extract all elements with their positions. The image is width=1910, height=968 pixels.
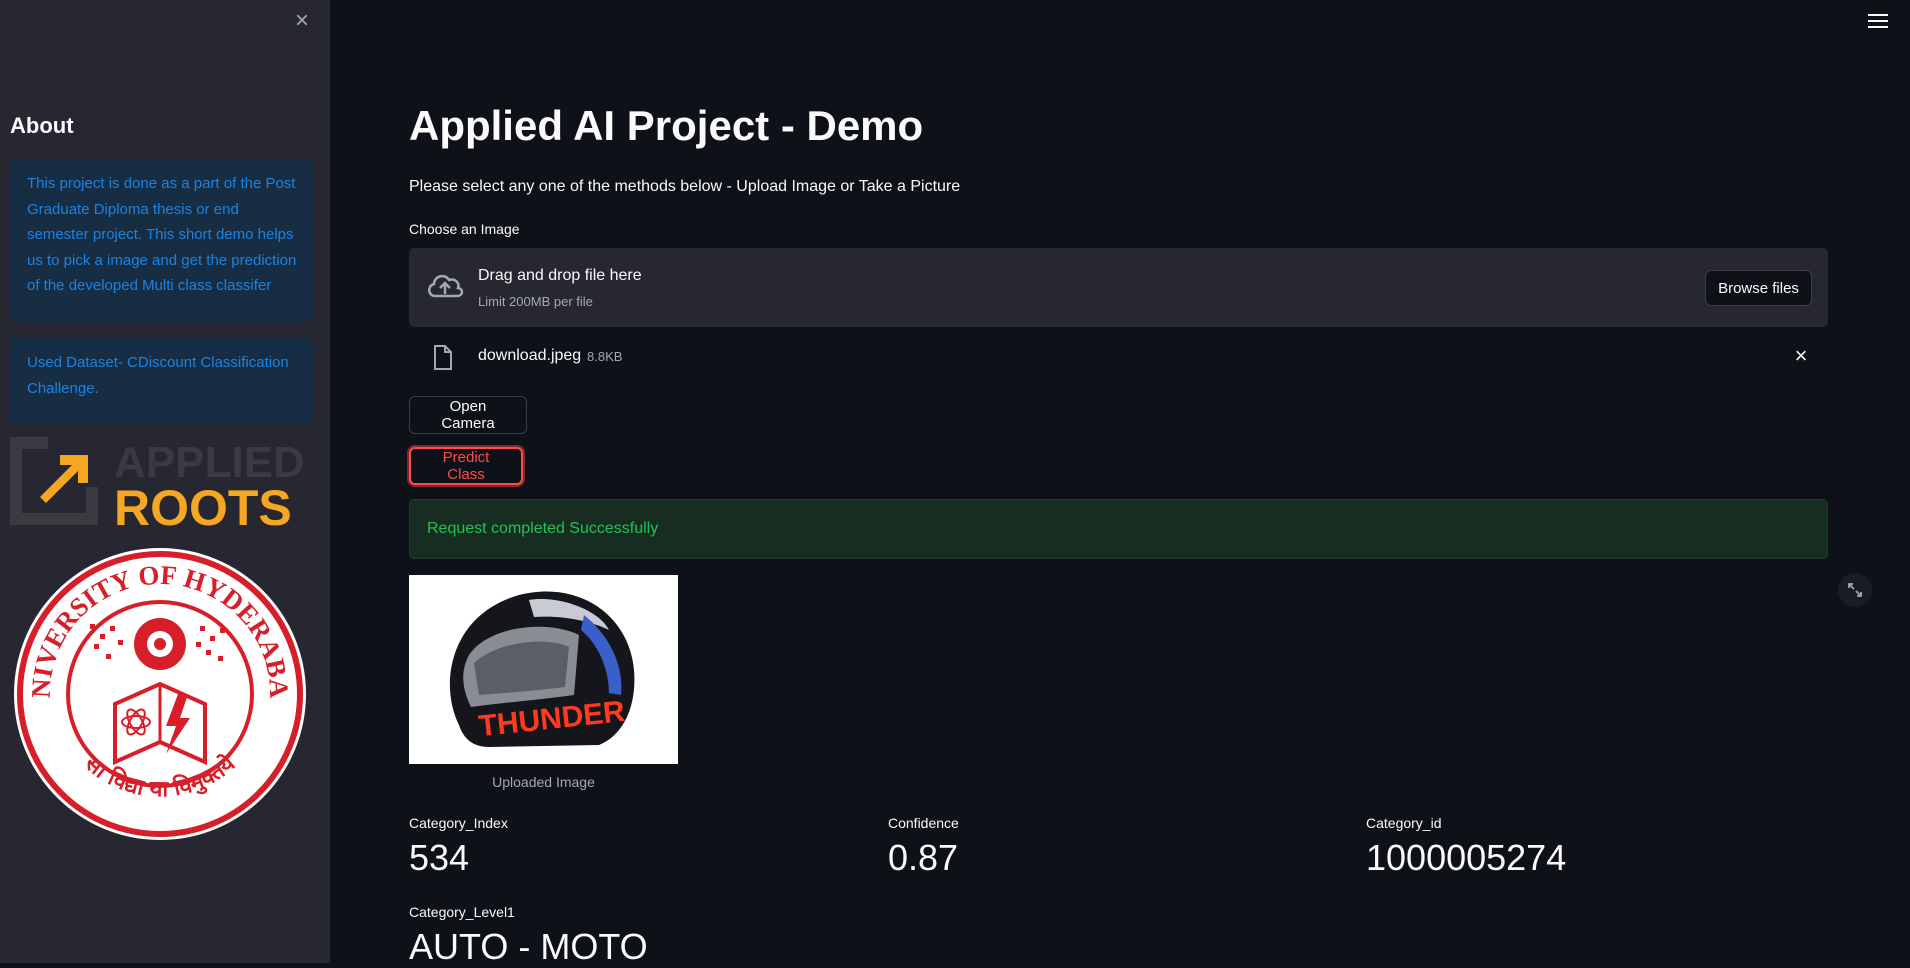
metric-value: AUTO - MOTO xyxy=(409,926,648,967)
metric-category-id: Category_id 1000005274 xyxy=(1366,815,1566,879)
fullscreen-button[interactable] xyxy=(1838,573,1872,607)
page-title: Applied AI Project - Demo xyxy=(409,102,924,149)
file-icon xyxy=(434,345,452,370)
success-alert: Request completed Successfully xyxy=(409,499,1828,559)
helmet-image: THUNDER xyxy=(409,575,678,764)
dataset-info-box: Used Dataset- CDiscount Classification C… xyxy=(10,338,314,423)
metric-label: Category_id xyxy=(1366,815,1442,831)
file-size: 8.8KB xyxy=(587,349,623,364)
close-sidebar-icon[interactable]: × xyxy=(291,9,313,33)
instruction-text: Please select any one of the methods bel… xyxy=(409,178,961,195)
cloud-upload-icon xyxy=(428,274,464,298)
remove-file-icon[interactable]: × xyxy=(1790,343,1812,368)
expand-icon xyxy=(1848,583,1862,597)
dropzone-limit-text: Limit 200MB per file xyxy=(478,294,593,309)
uploaded-image: THUNDER xyxy=(409,575,678,764)
metric-value: 1000005274 xyxy=(1366,837,1567,878)
sidebar: × About This project is done as a part o… xyxy=(0,0,330,963)
applied-roots-logo: APPLIED ROOTS xyxy=(10,437,305,529)
dropzone-text: Drag and drop file here xyxy=(478,267,642,284)
sidebar-title: About xyxy=(10,113,74,138)
image-caption: Uploaded Image xyxy=(492,774,595,790)
metric-label: Category_Index xyxy=(409,815,508,831)
university-seal-logo: UNIVERSITY OF HYDERABAD सा विद्या या विम… xyxy=(10,544,306,840)
main-menu-icon[interactable] xyxy=(1868,14,1888,30)
metric-confidence: Confidence 0.87 xyxy=(888,815,959,879)
uploaded-file-row: download.jpeg 8.8KB × xyxy=(409,340,1828,376)
file-dropzone[interactable]: Drag and drop file here Limit 200MB per … xyxy=(409,248,1828,327)
browse-files-button[interactable]: Browse files xyxy=(1705,270,1812,306)
open-camera-button[interactable]: Open Camera xyxy=(409,396,527,434)
metric-category-index: Category_Index 534 xyxy=(409,815,508,879)
file-name: download.jpeg xyxy=(478,347,582,364)
logo-line2: ROOTS xyxy=(114,480,292,529)
metric-value: 534 xyxy=(409,837,470,878)
metric-label: Category_Level1 xyxy=(409,904,515,920)
metric-value: 0.87 xyxy=(888,837,959,878)
predict-class-button[interactable]: Predict Class xyxy=(409,447,523,485)
metric-label: Confidence xyxy=(888,815,959,831)
about-info-box: This project is done as a part of the Po… xyxy=(10,159,314,322)
metric-category-level1: Category_Level1 AUTO - MOTO xyxy=(409,904,648,968)
uploader-label: Choose an Image xyxy=(409,221,520,237)
